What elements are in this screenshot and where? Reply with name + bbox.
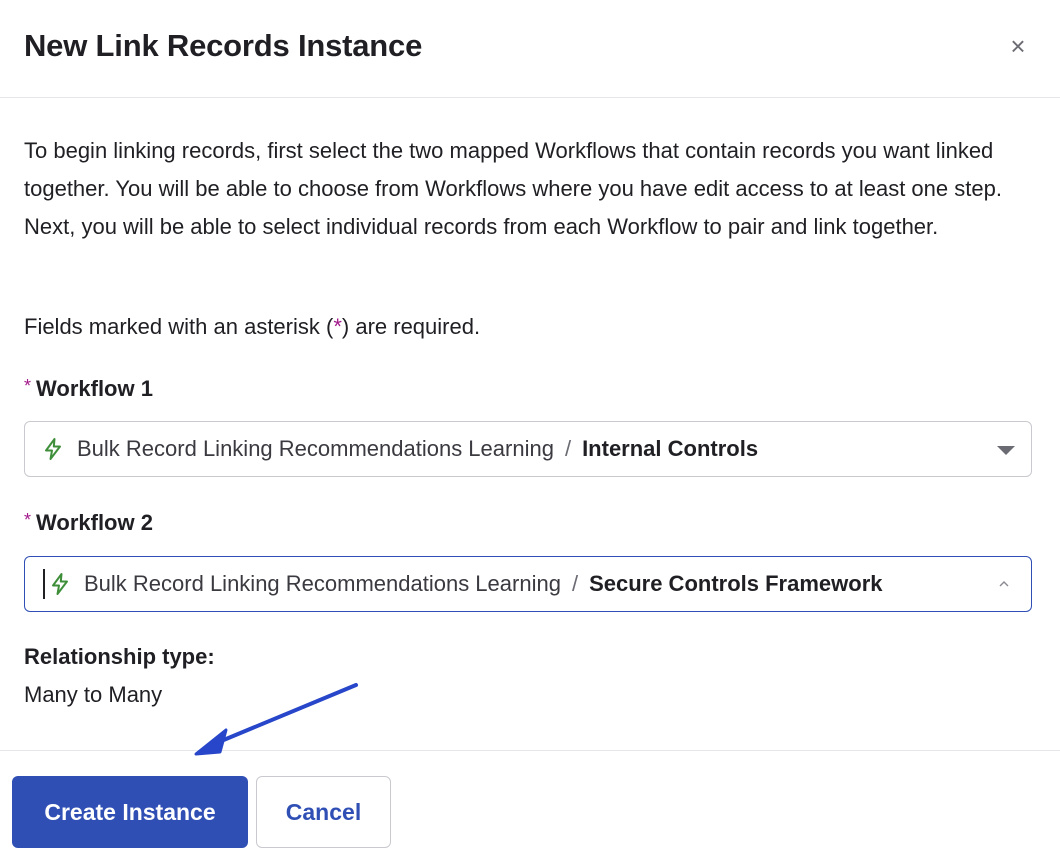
required-note-prefix: Fields marked with an asterisk (	[24, 314, 334, 339]
workflow-1-label-text: Workflow 1	[36, 376, 153, 401]
workflow-2-label-text: Workflow 2	[36, 510, 153, 535]
required-asterisk: *	[24, 376, 32, 396]
required-asterisk: *	[333, 314, 342, 339]
required-asterisk: *	[24, 510, 32, 530]
chevron-down-icon[interactable]	[997, 446, 1015, 455]
text-cursor	[43, 569, 45, 599]
required-fields-note: Fields marked with an asterisk (*) are r…	[24, 308, 480, 346]
close-icon[interactable]: ×	[1004, 32, 1032, 60]
path-separator: /	[564, 436, 572, 461]
create-instance-button[interactable]: Create Instance	[12, 776, 248, 848]
workflow-2-select[interactable]: Bulk Record Linking Recommendations Lear…	[24, 556, 1032, 612]
footer-divider	[0, 750, 1060, 751]
relationship-type-value: Many to Many	[24, 682, 163, 707]
workflow-1-label: * Workflow 1	[24, 374, 153, 405]
new-link-records-dialog: New Link Records Instance × To begin lin…	[0, 0, 1060, 866]
dialog-header: New Link Records Instance ×	[0, 0, 1060, 98]
path-separator: /	[571, 571, 579, 596]
workflow-2-label: * Workflow 2	[24, 508, 153, 539]
relationship-type-label: Relationship type:	[24, 644, 215, 669]
workflow-2-workspace: Bulk Record Linking Recommendations Lear…	[84, 571, 561, 596]
required-note-suffix: ) are required.	[341, 314, 481, 339]
workflow-1-workspace: Bulk Record Linking Recommendations Lear…	[77, 436, 554, 461]
cancel-button[interactable]: Cancel	[256, 776, 391, 848]
bolt-icon	[45, 438, 61, 460]
workflow-1-select[interactable]: Bulk Record Linking Recommendations Lear…	[24, 421, 1032, 477]
intro-text: To begin linking records, first select t…	[24, 138, 1002, 239]
chevron-up-icon[interactable]	[999, 579, 1009, 589]
workflow-1-name: Internal Controls	[582, 436, 759, 461]
bolt-icon	[52, 573, 68, 595]
workflow-2-name: Secure Controls Framework	[589, 571, 883, 596]
dialog-title: New Link Records Instance	[24, 28, 423, 63]
